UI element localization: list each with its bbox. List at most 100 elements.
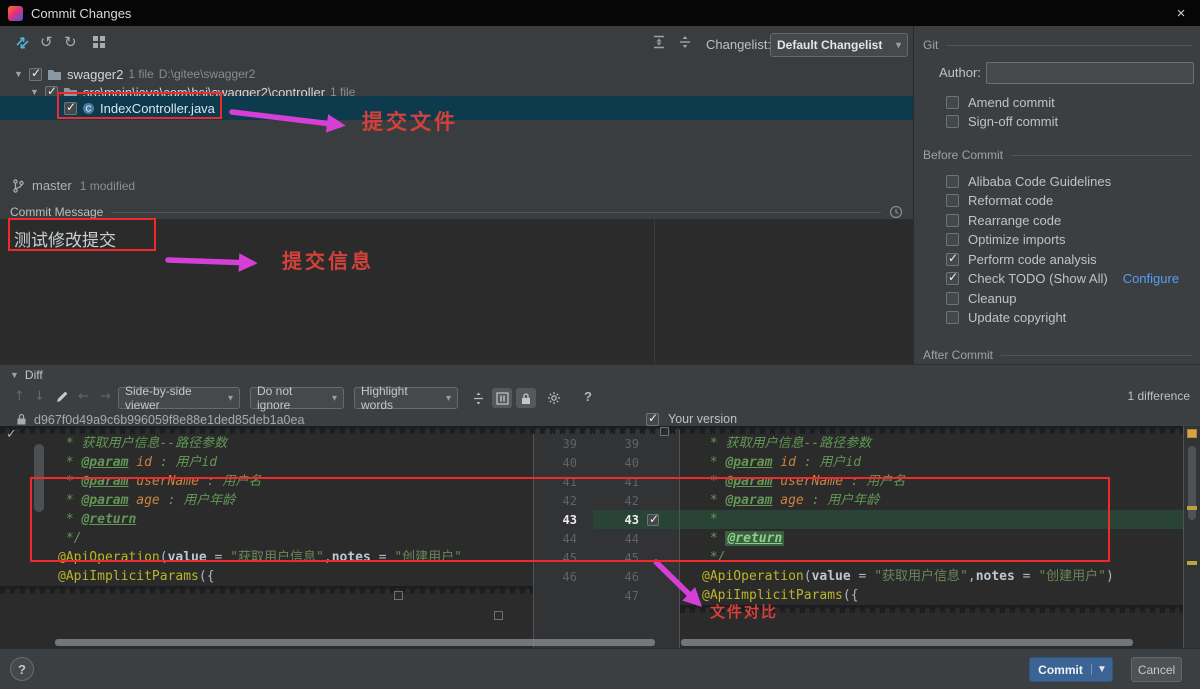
arrow-right-icon[interactable]: → [100, 389, 111, 404]
diff-code-line: * @return [680, 529, 1183, 548]
left-hscrollbar[interactable] [55, 639, 655, 646]
ignore-policy-select[interactable]: Do not ignore [250, 387, 344, 409]
diff-code-line: * [680, 510, 1183, 529]
commit-button[interactable]: Commit ▼ [1029, 657, 1113, 682]
option-reformat-code[interactable]: Reformat code [946, 192, 1053, 208]
error-stripe[interactable] [1183, 426, 1200, 649]
option-cleanup[interactable]: Cleanup [946, 290, 1016, 306]
help-icon[interactable]: ? [584, 389, 592, 404]
chevron-down-icon[interactable]: ▼ [14, 69, 24, 79]
edit-icon[interactable] [54, 389, 69, 407]
collapsed-region-left-bottom [0, 586, 533, 594]
git-branch-icon [12, 179, 24, 193]
collapsed-region-right-bottom [680, 605, 1183, 613]
commit-changes-dialog: Commit Changes × ↺ ↻ Changelist: Default… [0, 0, 1200, 689]
diff-collapse-header[interactable]: ▼ Diff [10, 368, 43, 382]
diff-code-line: @ApiImplicitParams({ [0, 567, 533, 586]
author-input[interactable] [986, 62, 1194, 84]
option-optimize-imports[interactable]: Optimize imports [946, 231, 1066, 247]
option-code-analysis[interactable]: Perform code analysis [946, 251, 1097, 267]
next-difference-icon[interactable]: ↓ [34, 389, 45, 404]
your-version-checkbox[interactable] [646, 413, 659, 426]
file-name: IndexController.java [100, 101, 215, 116]
branch-name: master [32, 178, 72, 193]
svg-text:C: C [86, 104, 92, 113]
root-path: D:\gitee\swagger2 [159, 67, 256, 81]
prev-difference-icon[interactable]: ↑ [14, 389, 25, 404]
amend-commit-checkbox[interactable] [946, 96, 959, 109]
viewer-select[interactable]: Side-by-side viewer [118, 387, 240, 409]
commit-message-text[interactable]: 测试修改提交 [14, 226, 116, 251]
diff-code-line: */ [0, 529, 533, 548]
amend-commit-option[interactable]: Amend commit [946, 94, 1055, 110]
tree-row-file[interactable]: C IndexController.java [64, 98, 215, 118]
commit-dropdown-arrow[interactable]: ▼ [1091, 664, 1112, 675]
applied-check-icon: ✓ [6, 427, 17, 442]
collapse-all-icon[interactable] [678, 35, 692, 52]
diff-left-pane[interactable]: * 获取用户信息--路径参数 * @param id : 用户id * @par… [0, 426, 533, 649]
right-hscrollbar[interactable] [681, 639, 1133, 646]
diff-right-pane[interactable]: * 获取用户信息--路径参数 * @param id : 用户id * @par… [680, 426, 1183, 649]
revision-hash: d967f0d49a9c6b996059f8e88e1ded85deb1a0ea [34, 413, 304, 427]
tree-row-root[interactable]: ▼ swagger2 1 file D:\gitee\swagger2 [14, 64, 255, 84]
option-alibaba-guidelines[interactable]: Alibaba Code Guidelines [946, 173, 1111, 189]
diff-panel: ▼ Diff ↑ ↓ ← → Side-by-side viewer Do no… [0, 364, 1200, 648]
diff-code-line: @ApiOperation(value = "获取用户信息",notes = "… [0, 548, 533, 567]
group-by-icon[interactable] [92, 35, 106, 52]
root-name: swagger2 [67, 67, 123, 82]
selected-file-row[interactable]: C IndexController.java [0, 96, 913, 120]
diff-code-line: @ApiOperation(value = "获取用户信息",notes = "… [680, 567, 1183, 586]
gear-icon[interactable] [544, 388, 564, 408]
unfold-icon[interactable] [394, 591, 403, 600]
stripe-warning-marker[interactable] [1187, 429, 1197, 438]
reformat-code-checkbox[interactable] [946, 194, 959, 207]
collapsed-region-top [0, 426, 1183, 434]
your-version-toggle[interactable]: Your version [646, 412, 737, 426]
option-rearrange-code[interactable]: Rearrange code [946, 212, 1061, 228]
include-change-checkbox[interactable] [647, 514, 659, 526]
arrow-left-icon[interactable]: ← [78, 389, 89, 404]
left-scrollbar-thumb[interactable] [34, 444, 44, 512]
lock-icon[interactable] [516, 388, 536, 408]
option-check-todo[interactable]: Check TODO (Show All) Configure [946, 270, 1179, 286]
rollback-icon[interactable]: ↺ [40, 33, 53, 51]
refresh-icon[interactable]: ↻ [64, 33, 77, 51]
root-checkbox[interactable] [29, 68, 42, 81]
expand-all-icon[interactable] [652, 35, 666, 52]
signoff-commit-checkbox[interactable] [946, 115, 959, 128]
diff-gutter-row: 3939 [534, 434, 679, 453]
alibaba-guidelines-checkbox[interactable] [946, 175, 959, 188]
before-commit-header: Before Commit [923, 148, 1193, 162]
branch-row: master 1 modified [12, 178, 135, 193]
file-checkbox[interactable] [64, 102, 77, 115]
signoff-commit-option[interactable]: Sign-off commit [946, 113, 1058, 129]
commit-message-header: Commit Message [10, 205, 903, 219]
sync-scroll-icon[interactable] [492, 388, 512, 408]
code-analysis-checkbox[interactable] [946, 253, 959, 266]
collapse-unchanged-icon[interactable] [468, 388, 488, 408]
difference-count: 1 difference [1040, 389, 1190, 403]
commit-message-editor[interactable]: 测试修改提交 [0, 219, 913, 364]
diff-gutter-row: 4444 [534, 529, 679, 548]
diff-gutter-row: 4040 [534, 453, 679, 472]
diff-code-line: * @param userName : 用户名 [680, 472, 1183, 491]
configure-link[interactable]: Configure [1123, 271, 1179, 286]
close-icon[interactable]: × [1170, 5, 1192, 22]
optimize-imports-checkbox[interactable] [946, 233, 959, 246]
option-update-copyright[interactable]: Update copyright [946, 309, 1066, 325]
unfold-icon[interactable] [494, 611, 503, 620]
window-title: Commit Changes [31, 6, 131, 21]
changelist-select[interactable]: Default Changelist [770, 33, 908, 57]
help-button[interactable]: ? [10, 657, 34, 681]
check-todo-checkbox[interactable] [946, 272, 959, 285]
unfold-icon[interactable] [660, 427, 669, 436]
highlight-policy-select[interactable]: Highlight words [354, 387, 458, 409]
author-label: Author: [939, 65, 981, 80]
update-copyright-checkbox[interactable] [946, 311, 959, 324]
history-clock-icon[interactable] [889, 205, 903, 219]
show-diff-icon[interactable] [14, 34, 31, 54]
cancel-button[interactable]: Cancel [1131, 657, 1182, 682]
cleanup-checkbox[interactable] [946, 292, 959, 305]
rearrange-code-checkbox[interactable] [946, 214, 959, 227]
diff-code-line: * @param id : 用户id [0, 453, 533, 472]
